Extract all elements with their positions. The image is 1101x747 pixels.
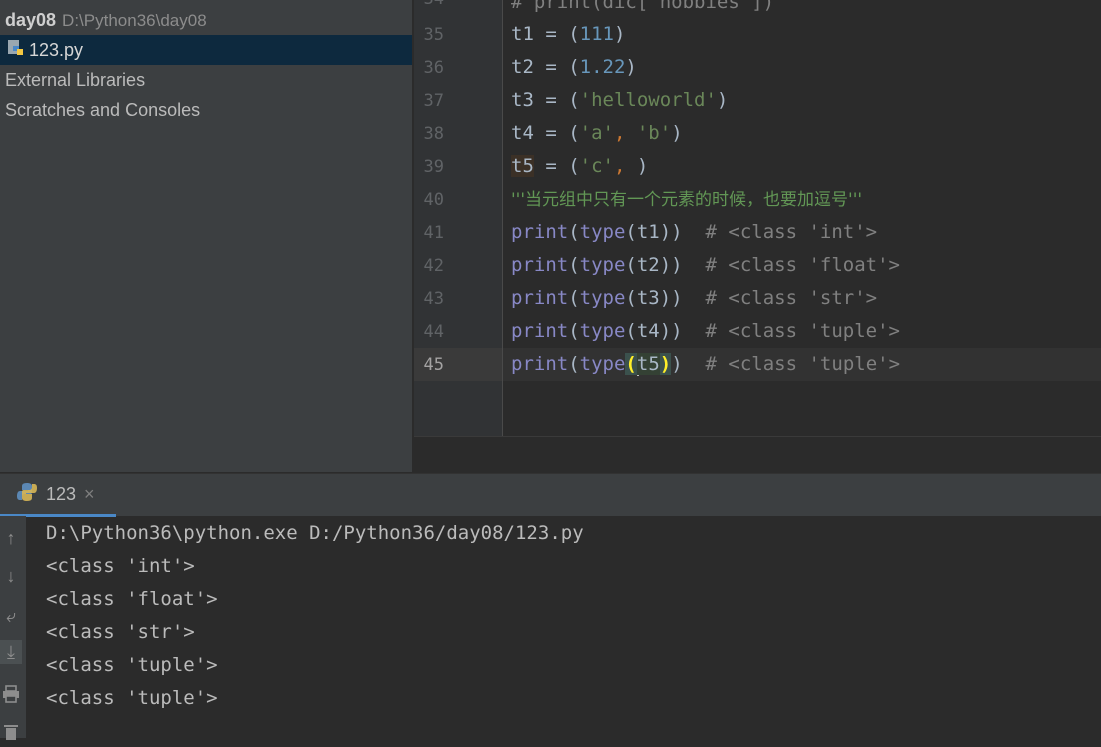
code-line-35: t1 = (111) (511, 23, 626, 45)
close-icon[interactable]: × (84, 484, 95, 505)
matched-brace: ) (659, 353, 672, 375)
down-arrow-icon[interactable]: ↓ (0, 564, 22, 588)
comment-float: # <class 'float'> (705, 254, 900, 276)
run-tab-bar: 123 × (0, 473, 1101, 517)
matched-brace: ( (625, 353, 637, 375)
line-number: 35 (423, 25, 444, 45)
line-number: 36 (423, 58, 444, 78)
code-line-42: print(type(t2)) # <class 'float'> (511, 254, 900, 276)
project-tool-window: day08 D:\Python36\day08 123.py External L… (0, 0, 412, 472)
tree-item-123-py[interactable]: 123.py (0, 35, 412, 65)
console-output-line: <class 'int'> (46, 555, 195, 577)
code-line-45: print(type(t5)) # <class 'tuple'> (511, 353, 901, 376)
line-number: 40 (423, 190, 444, 210)
code-editor[interactable]: 34 35 36 37 38 39 40 41 42 43 44 45 # pr… (414, 0, 1101, 436)
comment-int: # <class 'int'> (705, 221, 878, 243)
tree-root-day08[interactable]: day08 D:\Python36\day08 (0, 5, 412, 35)
docstring: '''当元组中只有一个元素的时候，也要加逗号''' (511, 190, 863, 210)
code-line-44: print(type(t4)) # <class 'tuple'> (511, 320, 900, 342)
code-line-40: '''当元组中只有一个元素的时候，也要加逗号''' (511, 183, 862, 216)
console-output-line: <class 'tuple'> (46, 654, 218, 676)
code-line-36: t2 = (1.22) (511, 56, 637, 78)
print-icon[interactable] (0, 682, 22, 706)
trash-icon[interactable] (0, 720, 22, 744)
line-number: 37 (423, 91, 444, 111)
scroll-to-end-icon[interactable]: ⤓ (0, 640, 22, 664)
line-number: 41 (423, 223, 444, 243)
console-output-line: <class 'tuple'> (46, 687, 218, 709)
line-number: 38 (423, 124, 444, 144)
line-number: 43 (423, 289, 444, 309)
code-line-37: t3 = ('helloworld') (511, 89, 729, 111)
line-number-gutter[interactable]: 34 35 36 37 38 39 40 41 42 43 44 45 (414, 0, 502, 436)
current-line-number: 45 (423, 355, 444, 375)
soft-wrap-icon[interactable]: ⤶ (0, 604, 22, 628)
line-number: 42 (423, 256, 444, 276)
console-output-line: <class 'str'> (46, 621, 195, 643)
code-line-38: t4 = ('a', 'b') (511, 122, 683, 144)
code-line-34: # print(dic['hobbies']) (511, 0, 774, 19)
run-toolbar: ↑ ↓ ⤶ ⤓ (0, 516, 26, 740)
run-tab-123[interactable]: 123 × (0, 474, 116, 517)
comment-str: # <class 'str'> (705, 287, 878, 309)
partial-comment: # print(dic['hobbies']) (511, 0, 775, 13)
scratches-label: Scratches and Consoles (5, 100, 201, 120)
code-line-39: t5 = ('c', ) (511, 155, 649, 177)
line-number: 34 (414, 0, 444, 9)
root-folder-name: day08 (5, 10, 57, 30)
comment-tuple5: # <class 'tuple'> (705, 353, 901, 375)
tree-item-scratches[interactable]: Scratches and Consoles (0, 95, 412, 125)
console-output-command: D:\Python36\python.exe D:/Python36/day08… (46, 522, 584, 544)
tree-item-external-libraries[interactable]: External Libraries (0, 65, 412, 95)
line-number: 44 (423, 322, 444, 342)
root-folder-path: D:\Python36\day08 (62, 11, 207, 30)
code-line-43: print(type(t3)) # <class 'str'> (511, 287, 878, 309)
external-libraries-label: External Libraries (5, 70, 146, 90)
python-file-icon (7, 36, 25, 66)
console-output-line: <class 'float'> (46, 588, 218, 610)
code-line-41: print(type(t1)) # <class 'int'> (511, 221, 878, 243)
comment-tuple4: # <class 'tuple'> (705, 320, 900, 342)
run-tool-window: 123 × ↑ ↓ ⤶ ⤓ D:\Python36\python.exe D:/… (0, 473, 1101, 740)
python-icon (16, 481, 38, 508)
line-number: 39 (423, 157, 444, 177)
file-name: 123.py (29, 40, 84, 60)
up-arrow-icon[interactable]: ↑ (0, 526, 22, 550)
run-tab-label: 123 (46, 483, 77, 504)
editor-bottom-area (414, 436, 1101, 473)
gutter-separator (502, 0, 503, 436)
